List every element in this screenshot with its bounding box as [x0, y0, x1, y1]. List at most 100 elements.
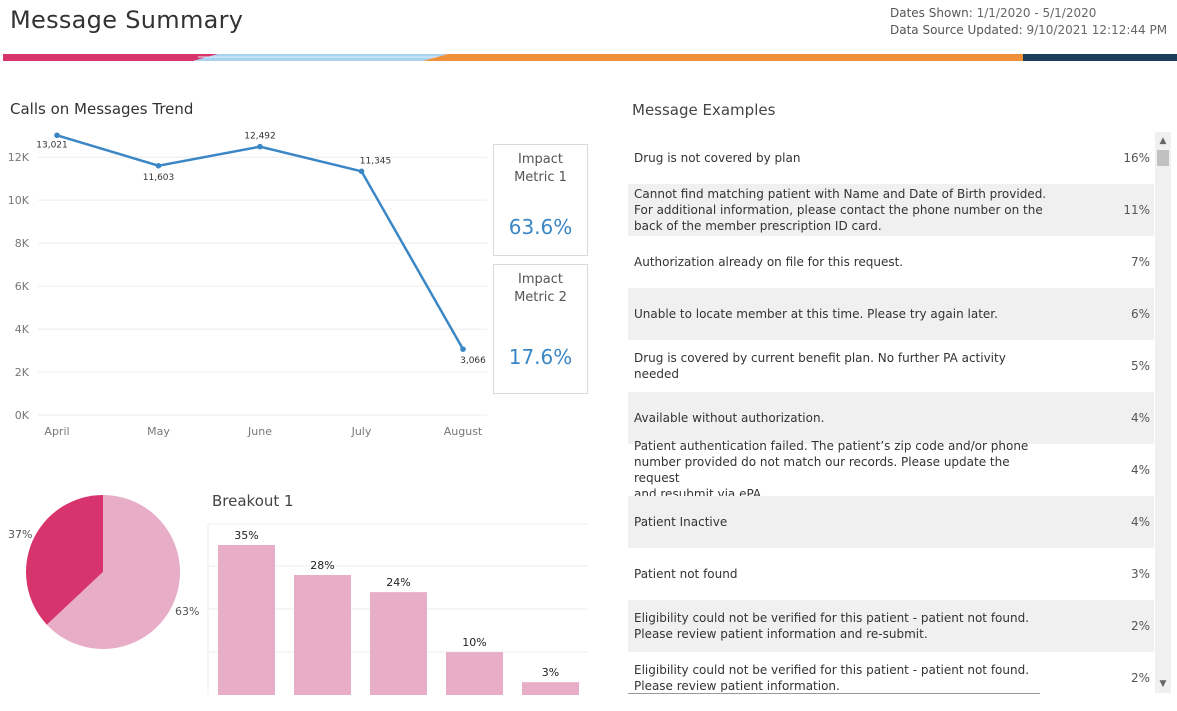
data-source-updated: Data Source Updated: 9/10/2021 12:12:44 …: [890, 23, 1167, 37]
message-example-row: Eligibility could not be verified for th…: [628, 600, 1154, 652]
message-example-row: Eligibility could not be verified for th…: [628, 652, 1154, 692]
x-tick-label: August: [444, 425, 483, 438]
trend-series-line: [56, 134, 465, 350]
trend-data-point: [155, 162, 162, 169]
message-examples-list: Drug is not covered by plan 16% Cannot fin…: [628, 132, 1154, 692]
message-example-row: Drug is covered by current benefit plan.…: [628, 340, 1154, 392]
message-example-percent: 4%: [1130, 411, 1150, 425]
impact-metric-2-label-line1: Impact: [518, 272, 563, 287]
breakout-bar: [522, 682, 579, 695]
breakout-bar-chart: 35% 28% 24% 10% 3%: [207, 523, 588, 695]
scroll-down-arrow-icon[interactable]: ▼: [1155, 677, 1171, 691]
message-example-text: Cannot find matching patient with Name a…: [634, 187, 1047, 233]
trend-data-label: 11,603: [143, 173, 175, 183]
examples-scrollbar[interactable]: ▲ ▼: [1155, 132, 1171, 693]
message-example-percent: 16%: [1123, 151, 1150, 165]
message-example-row: Drug is not covered by plan 16%: [628, 132, 1154, 184]
dates-shown-value: 1/1/2020 - 5/1/2020: [976, 6, 1097, 20]
trend-data-label: 12,492: [244, 132, 276, 142]
pie-label: 63%: [175, 605, 199, 618]
x-tick-label: June: [247, 425, 272, 438]
message-example-row: Patient not found 3%: [628, 548, 1154, 600]
breakout-bar-label: 28%: [310, 559, 334, 572]
message-example-text: Drug is covered by current benefit plan.…: [634, 351, 1006, 381]
message-example-percent: 4%: [1130, 463, 1150, 477]
y-tick-label: 6K: [15, 280, 30, 293]
trend-chart-title: Calls on Messages Trend: [10, 100, 194, 118]
impact-metric-1-value: 63.6%: [508, 215, 573, 239]
trend-data-label: 13,021: [36, 140, 68, 150]
x-tick-label: May: [147, 425, 170, 438]
message-example-percent: 5%: [1130, 359, 1150, 373]
message-example-row: Unable to locate member at this time. Pl…: [628, 288, 1154, 340]
pie-label: 37%: [8, 528, 32, 541]
trend-data-point: [460, 346, 466, 352]
trend-line-chart: 0K 2K 4K 6K 8K 10K 12K April May June July August 13…: [8, 132, 487, 438]
y-tick-label: 2K: [15, 366, 30, 379]
trend-data-point: [257, 143, 263, 150]
message-example-text: Eligibility could not be verified for th…: [634, 663, 1030, 692]
y-tick-label: 12K: [8, 151, 30, 164]
y-tick-label: 10K: [8, 194, 30, 207]
message-example-row: Authorization already on file for this r…: [628, 236, 1154, 288]
breakdown-pie-chart: 37% 63%: [8, 495, 199, 649]
breakout-bar-label: 3%: [542, 666, 559, 679]
message-example-row: Cannot find matching patient with Name a…: [628, 184, 1154, 236]
message-example-text: Authorization already on file for this r…: [634, 255, 904, 269]
impact-metric-1-label-line2: Metric 1: [514, 170, 567, 185]
breakout-bar-label: 35%: [234, 529, 258, 542]
trend-data-point: [358, 168, 365, 175]
breakout-bar-label: 24%: [386, 576, 410, 589]
message-example-percent: 3%: [1130, 567, 1150, 581]
banner-navy-segment: [1023, 54, 1177, 61]
banner-pink-segment: [3, 54, 218, 61]
banner-orange-segment: [423, 54, 1023, 61]
impact-metric-1-card: Impact Metric 1 63.6%: [493, 144, 588, 256]
message-example-text: Unable to locate member at this time. Pl…: [634, 307, 998, 321]
breakout-bar: [218, 545, 275, 695]
message-example-percent: 4%: [1130, 515, 1150, 529]
y-tick-label: 0K: [15, 409, 30, 422]
impact-metric-2-card: Impact Metric 2 17.6%: [493, 264, 588, 394]
trend-data-label: 3,066: [460, 356, 486, 366]
data-source-updated-value: 9/10/2021 12:12:44 PM: [1026, 23, 1168, 37]
message-example-text: Eligibility could not be verified for th…: [634, 611, 1030, 641]
message-example-text: Available without authorization.: [634, 411, 825, 425]
message-example-text: Patient authentication failed. The patie…: [634, 439, 1029, 501]
trend-data-label: 11,345: [360, 156, 392, 166]
breakout-bar: [370, 592, 427, 695]
message-example-text: Drug is not covered by plan: [634, 151, 801, 165]
examples-divider: [628, 693, 1040, 694]
impact-metric-1-label-line1: Impact: [518, 152, 563, 167]
breakout-bar-label: 10%: [462, 636, 486, 649]
message-example-row: Available without authorization. 4%: [628, 392, 1154, 444]
message-example-text: Patient not found: [634, 567, 738, 581]
message-example-row: Patient Inactive 4%: [628, 496, 1154, 548]
breakout-chart-title: Breakout 1: [212, 492, 294, 510]
trend-data-point: [54, 132, 60, 139]
x-tick-label: July: [351, 425, 372, 438]
message-example-row: Patient authentication failed. The patie…: [628, 439, 1154, 501]
message-examples-title: Message Examples: [632, 101, 776, 119]
impact-metric-2-label: Impact Metric 2: [494, 271, 587, 307]
message-example-text: Patient Inactive: [634, 515, 728, 529]
scrollbar-thumb[interactable]: [1157, 150, 1169, 166]
dates-shown-label: Dates Shown:: [890, 6, 973, 20]
data-source-updated-label: Data Source Updated:: [890, 23, 1023, 37]
message-example-percent: 2%: [1130, 619, 1150, 633]
x-tick-label: April: [44, 425, 69, 438]
breakout-bar: [294, 575, 351, 695]
y-tick-label: 8K: [15, 237, 30, 250]
message-example-percent: 7%: [1130, 255, 1150, 269]
scroll-up-arrow-icon[interactable]: ▲: [1155, 134, 1171, 148]
impact-metric-1-label: Impact Metric 1: [494, 151, 587, 187]
impact-metric-2-value: 17.6%: [508, 345, 573, 369]
dates-shown: Dates Shown: 1/1/2020 - 5/1/2020: [890, 6, 1096, 20]
impact-metric-2-label-line2: Metric 2: [514, 290, 567, 305]
message-example-percent: 2%: [1130, 671, 1150, 685]
y-tick-label: 4K: [15, 323, 30, 336]
breakout-bar: [446, 652, 503, 695]
message-example-percent: 11%: [1123, 203, 1150, 217]
page-title: Message Summary: [10, 6, 244, 34]
message-example-percent: 6%: [1130, 307, 1150, 321]
